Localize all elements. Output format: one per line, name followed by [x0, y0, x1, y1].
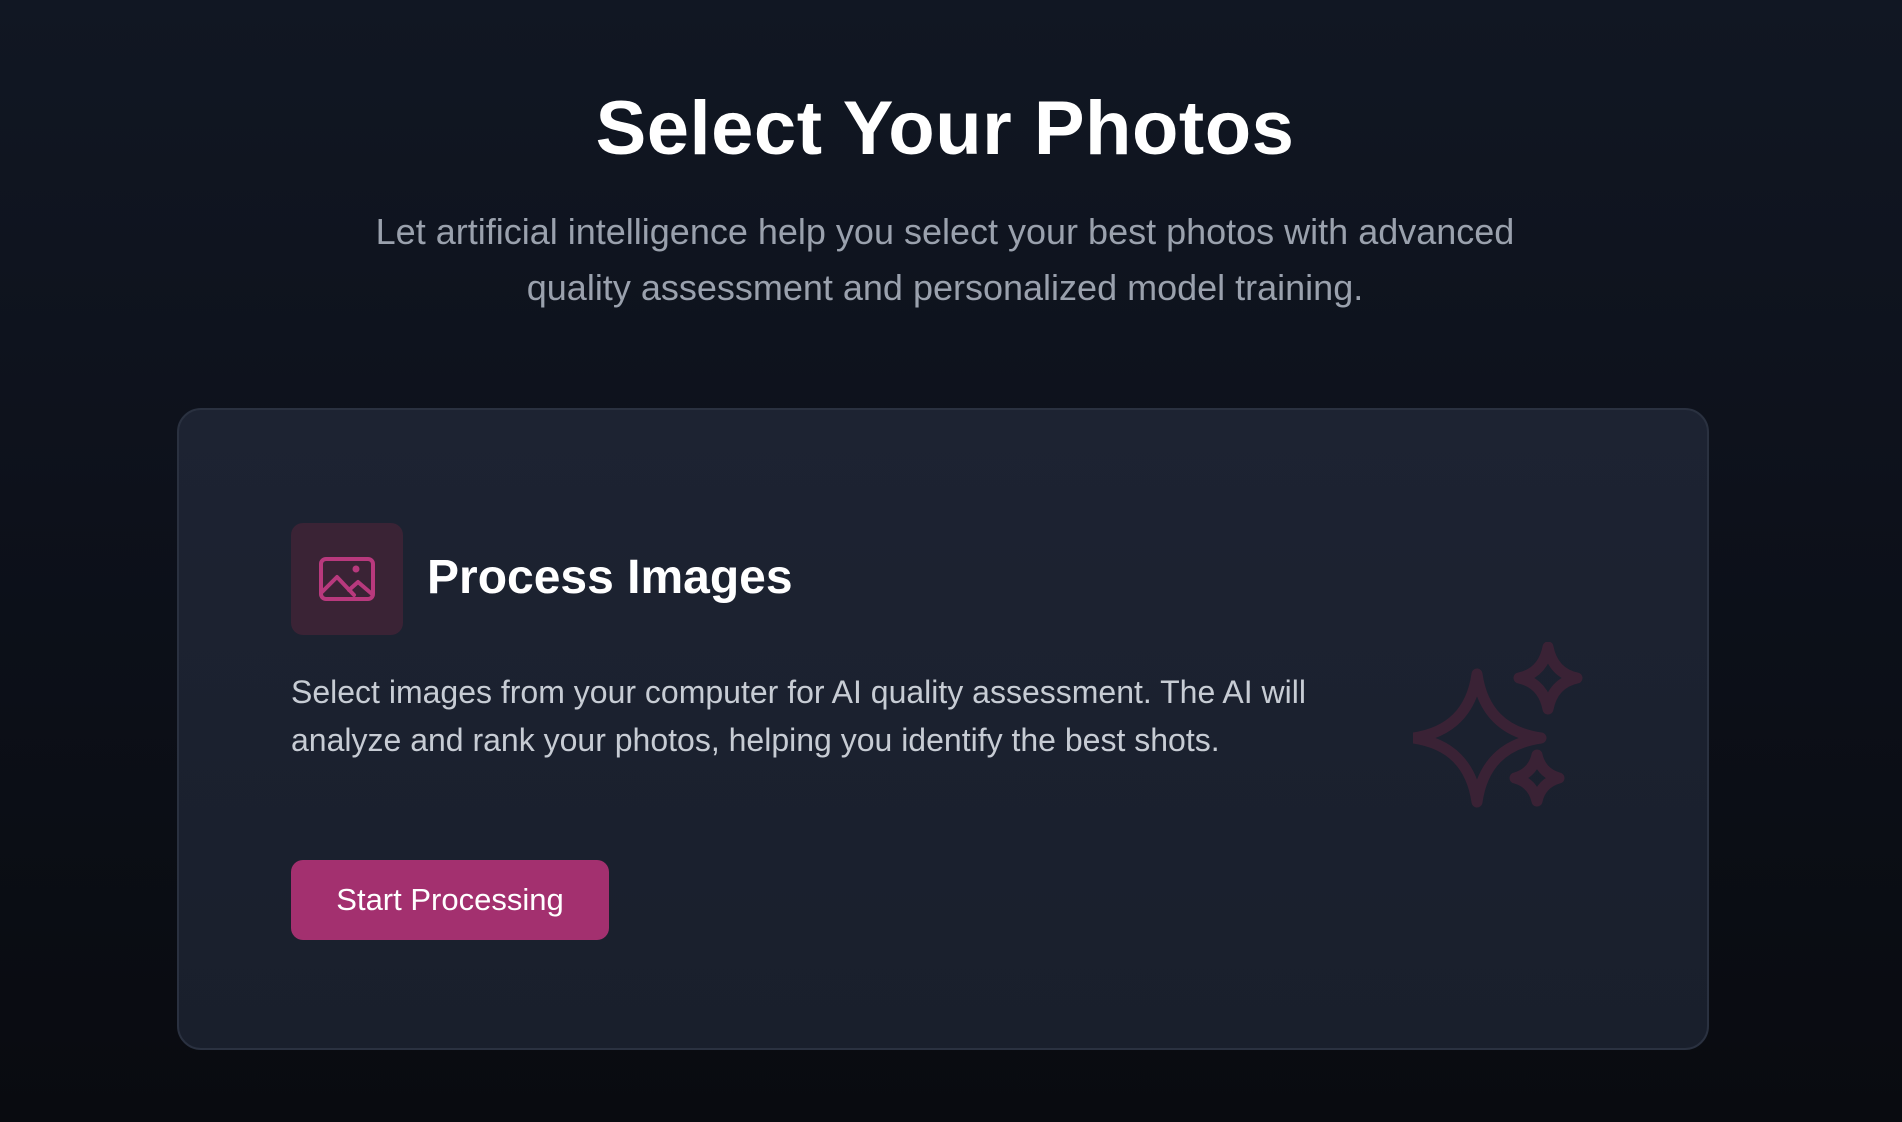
image-icon-container [291, 523, 403, 635]
image-icon [319, 557, 375, 601]
card-title: Process Images [427, 551, 793, 604]
sparkles-icon [1413, 642, 1583, 808]
process-images-card: Process Images Select images from your c… [177, 408, 1709, 1050]
start-processing-button[interactable]: Start Processing [291, 860, 609, 940]
card-description: Select images from your computer for AI … [291, 674, 1306, 758]
page-subtitle: Let artificial intelligence help you sel… [375, 211, 1515, 308]
page-title: Select Your Photos [595, 86, 1295, 171]
